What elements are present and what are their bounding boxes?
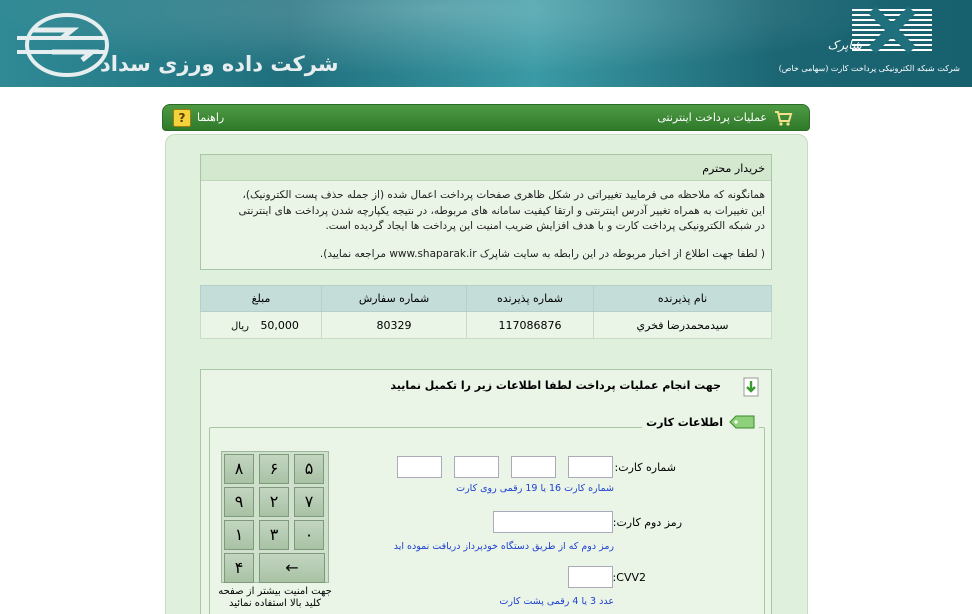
page-titlebar: عملیات پرداخت اینترنتی ? راهنما [162,104,810,131]
order-number: 80329 [321,311,467,339]
keypad-note-line1: جهت امنیت بیشتر از صفحه [218,586,332,597]
order-table-header: نام پذیرنده شماره پذیرنده شماره سفارش مب… [200,285,772,312]
card-number-part-3[interactable] [454,456,499,478]
col-merchant-name: نام پذیرنده [593,285,772,312]
shaparak-subtitle: شرکت شبکه الکترونیکی پرداخت کارت (سهامی … [778,64,960,73]
virtual-keypad: ۵ ۶ ۸ ۷ ۲ ۹ ۰ ۳ ۱ ← ۴ [221,451,329,583]
keypad-key-4[interactable]: ۴ [224,553,254,583]
pin2-input[interactable] [493,511,613,533]
card-number-part-1[interactable] [568,456,613,478]
shaparak-name: شاپرک [827,38,862,52]
notice-heading: خریدار محترم [201,155,771,181]
sadad-logo-icon [17,13,109,77]
pin2-label: رمز دوم کارت: [612,516,682,529]
page-title: عملیات پرداخت اینترنتی [657,111,767,124]
keypad-key-6[interactable]: ۶ [259,454,289,484]
card-info-legend: اطلاعات کارت [642,415,759,429]
header-banner: شرکت داده ورزی سداد شاپرک شرکت شبکه الکت… [0,0,972,87]
card-number-label: شماره کارت: [614,461,676,474]
currency-label: ریال [231,320,249,332]
card-number-hint: شماره کارت 16 یا 19 رقمی روی کارت [456,483,614,494]
pin2-hint: رمز دوم که از طریق دستگاه خودپرداز دریاف… [393,541,614,552]
cvv2-input[interactable] [568,566,613,588]
keypad-key-9[interactable]: ۹ [224,487,254,517]
shopping-cart-icon [775,111,793,126]
notice-box: خریدار محترم همانگونه که ملاحظه می فرمای… [200,154,772,270]
keypad-key-8[interactable]: ۸ [224,454,254,484]
keypad-key-3[interactable]: ۳ [259,520,289,550]
cvv2-label: CVV2: [612,571,646,584]
company-title: شرکت داده ورزی سداد [100,52,339,76]
keypad-key-0[interactable]: ۰ [294,520,324,550]
keypad-key-5[interactable]: ۵ [294,454,324,484]
col-merchant-number: شماره پذیرنده [466,285,594,312]
merchant-number: 117086876 [466,311,594,339]
keypad-backspace-key[interactable]: ← [259,553,325,583]
keypad-key-2[interactable]: ۲ [259,487,289,517]
cvv2-hint: عدد 3 یا 4 رقمی پشت کارت [499,596,614,607]
notice-line: همانگونه که ملاحظه می فرمایید تغییراتی د… [242,189,765,201]
notice-footer: ( لطفا جهت اطلاع از اخبار مربوطه در این … [319,248,765,260]
table-row: سیدمحمدرضا فخري 117086876 80329 50,000 ر… [200,311,772,339]
col-amount: مبلغ [200,285,322,312]
download-icon [743,377,759,397]
notice-line: در شبکه الکترونیکی پرداخت کارت و با هدف … [325,220,765,232]
amount-cell: 50,000 ریال [200,311,322,339]
payment-instruction: جهت انجام عملیات پرداخت لطفا اطلاعات زیر… [390,379,721,392]
card-number-part-4[interactable] [397,456,442,478]
amount-value: 50,000 [260,318,299,332]
card-number-part-2[interactable] [511,456,556,478]
card-tag-icon [729,415,755,429]
notice-line: این تغییرات به همراه تغییر آدرس اینترنتی… [238,204,765,217]
keypad-key-1[interactable]: ۱ [224,520,254,550]
col-order-number: شماره سفارش [321,285,467,312]
order-table: نام پذیرنده شماره پذیرنده شماره سفارش مب… [200,285,772,339]
keypad-note-line2: کلید بالا استفاده نمائید [228,598,322,609]
notice-body: همانگونه که ملاحظه می فرمایید تغییراتی د… [205,188,765,235]
keypad-note: جهت امنیت بیشتر از صفحه کلید بالا استفاد… [214,586,336,610]
card-info-title: اطلاعات کارت [646,415,723,429]
help-link[interactable]: راهنما [197,111,224,124]
help-icon[interactable]: ? [173,109,191,127]
merchant-name: سیدمحمدرضا فخري [593,311,772,339]
keypad-key-7[interactable]: ۷ [294,487,324,517]
